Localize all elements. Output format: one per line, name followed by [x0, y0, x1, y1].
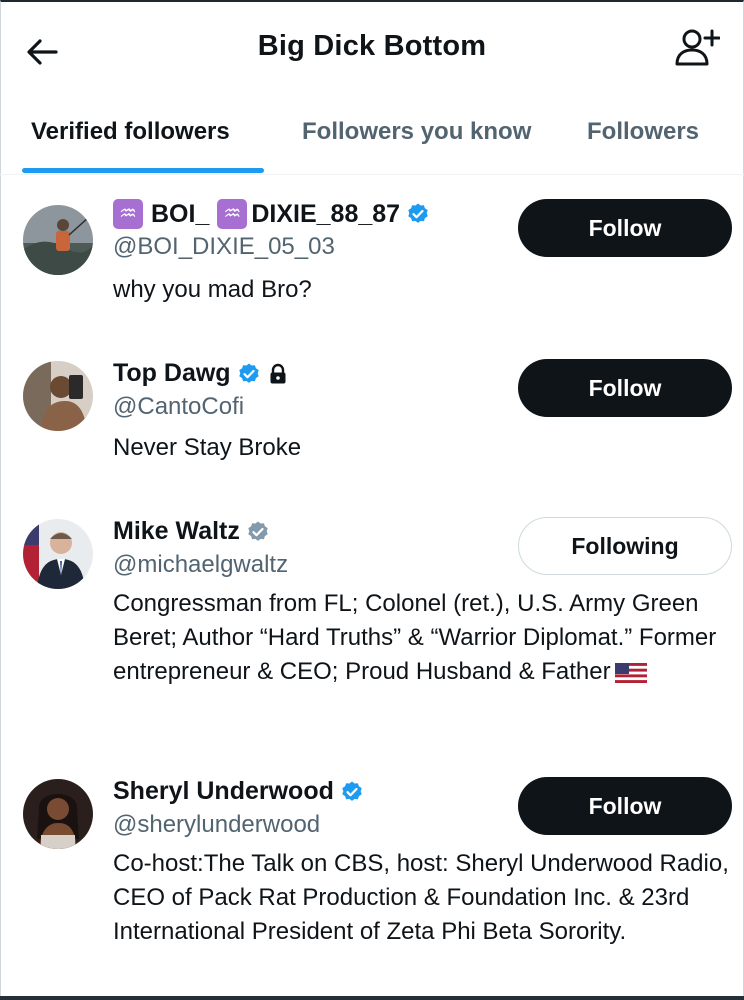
- user-display-name: Sheryl Underwood: [113, 777, 364, 806]
- tab-followers[interactable]: Followers: [587, 118, 699, 146]
- follow-button[interactable]: Follow: [518, 777, 732, 835]
- verified-badge-icon: [342, 781, 362, 801]
- user-bio: Congressman from FL; Colonel (ret.), U.S…: [113, 590, 717, 685]
- avatar[interactable]: [23, 205, 93, 275]
- avatar[interactable]: [23, 361, 93, 431]
- tab-followers-you-know[interactable]: Followers you know: [302, 118, 531, 146]
- user-handle: @CantoCofi: [113, 393, 245, 420]
- verified-badge-icon: [408, 203, 428, 223]
- follower-tabs: Verified followers Followers you know Fo…: [0, 92, 744, 175]
- user-handle: @michaelgwaltz: [113, 551, 289, 578]
- user-row[interactable]: Sheryl Underwood @sherylunderwood Co-hos…: [0, 773, 744, 993]
- user-bio: why you mad Bro?: [113, 276, 312, 303]
- follow-button[interactable]: Follow: [518, 199, 732, 257]
- aquarius-emoji-icon: ♒: [217, 199, 248, 229]
- verified-badge-grey-icon: [248, 521, 268, 541]
- user-row[interactable]: ♒ BOI_ ♒ DIXIE_88_87 @BOI_DIXIE_05_03 why y…: [0, 195, 744, 315]
- user-row[interactable]: Mike Waltz @michaelgwaltz Congressman fr…: [0, 513, 744, 733]
- us-flag-emoji-icon: [614, 662, 647, 683]
- active-tab-indicator: [22, 168, 264, 173]
- user-row[interactable]: Top Dawg @CantoCofi Never Stay Broke Fol…: [0, 355, 744, 475]
- user-handle: @BOI_DIXIE_05_03: [113, 233, 335, 260]
- avatar[interactable]: [23, 779, 93, 849]
- tab-verified-followers[interactable]: Verified followers: [31, 118, 230, 146]
- add-person-icon[interactable]: [674, 26, 720, 70]
- bottom-edge: [0, 996, 744, 1000]
- user-display-name: Mike Waltz: [113, 517, 270, 546]
- user-display-name: ♒ BOI_ ♒ DIXIE_88_87: [113, 199, 430, 229]
- page-title: Big Dick Bottom: [257, 30, 487, 62]
- top-bar: Big Dick Bottom: [0, 0, 744, 92]
- user-handle: @sherylunderwood: [113, 811, 321, 838]
- verified-badge-icon: [238, 363, 259, 383]
- aquarius-emoji-icon: ♒: [113, 199, 143, 229]
- user-bio: Never Stay Broke: [113, 434, 302, 461]
- user-bio: Co-host:The Talk on CBS, host: Sheryl Un…: [113, 850, 729, 945]
- follow-button[interactable]: Follow: [518, 359, 732, 417]
- avatar[interactable]: [23, 519, 93, 589]
- lock-icon: [270, 363, 286, 383]
- user-display-name: Top Dawg: [113, 359, 289, 388]
- following-button[interactable]: Following: [518, 517, 732, 575]
